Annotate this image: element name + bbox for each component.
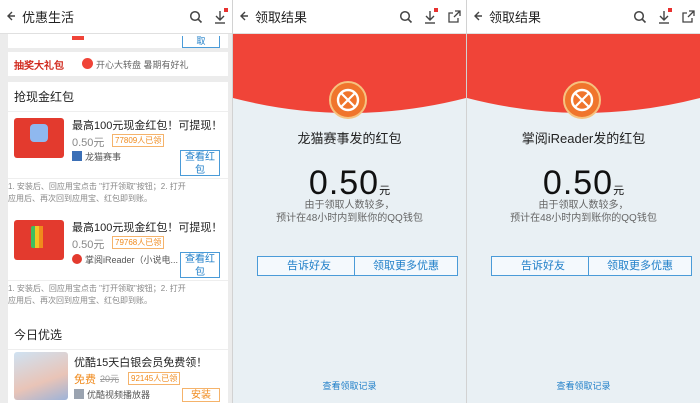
screen-youhui-shenghuo: 优惠生活 取 抽奖大礼包 开心大转盘 暑期有好礼 抢现金红包 最高100元现金红… bbox=[0, 0, 232, 403]
page-title: 领取结果 bbox=[489, 10, 542, 25]
item-title: 优酷15天白银会员免费领！ bbox=[74, 357, 208, 369]
promo-banner[interactable]: 抽奖大礼包 开心大转盘 暑期有好礼 bbox=[8, 52, 228, 76]
claim-button[interactable]: 取 bbox=[182, 36, 220, 48]
coin-icon bbox=[329, 81, 367, 119]
claim-more-button[interactable]: 领取更多优惠 bbox=[354, 256, 458, 276]
coin-icon bbox=[563, 81, 601, 119]
original-price: 20元 bbox=[100, 374, 120, 384]
search-icon[interactable] bbox=[628, 0, 652, 34]
search-icon[interactable] bbox=[394, 0, 418, 34]
view-records-link[interactable]: 查看领取记录 bbox=[467, 379, 700, 392]
screen-claim-result-ireader: 领取结果 掌阅iReader发的红包 0.50元 由于领取人数较多， 预计在48… bbox=[467, 0, 700, 403]
ireader-app-icon[interactable] bbox=[14, 220, 64, 260]
tell-friends-button[interactable]: 告诉好友 bbox=[491, 256, 595, 276]
claimed-count: 92145人已领 bbox=[128, 372, 181, 385]
promo-text: 开心大转盘 暑期有好礼 bbox=[96, 60, 189, 70]
page-title: 领取结果 bbox=[255, 10, 308, 25]
sender-label: 龙猫赛事发的红包 bbox=[297, 131, 402, 146]
claimed-count: 77809人已领 bbox=[112, 134, 165, 147]
claimed-count: 79768人已领 bbox=[112, 236, 165, 249]
download-icon[interactable] bbox=[418, 0, 442, 34]
app-icon-fragment bbox=[72, 36, 84, 40]
share-icon[interactable] bbox=[442, 0, 466, 34]
item-source: 掌阅iReader（小说电... bbox=[72, 253, 178, 266]
youku-promo-image[interactable] bbox=[14, 352, 68, 400]
top-bar: 优惠生活 bbox=[0, 0, 232, 34]
section-heading: 今日优选 bbox=[8, 320, 228, 350]
redpacket-amount: 0.50元 bbox=[308, 164, 391, 202]
promo-logo: 抽奖大礼包 bbox=[14, 61, 64, 72]
item-title: 最高100元现金红包！可提现！ bbox=[72, 120, 223, 132]
back-arrow-icon[interactable] bbox=[467, 10, 489, 24]
view-records-link[interactable]: 查看领取记录 bbox=[233, 379, 466, 392]
item-price: 0.50元 bbox=[72, 239, 105, 251]
amount-unit: 元 bbox=[379, 185, 391, 197]
sender-label: 掌阅iReader发的红包 bbox=[521, 131, 646, 146]
item-source: 优酷视频播放器 bbox=[74, 388, 150, 401]
view-redpacket-button[interactable]: 查看红包 bbox=[180, 150, 220, 176]
screen-claim-result-longmao: 领取结果 龙猫赛事发的红包 0.50元 由于领取人数较多， 预计在48小时内到账… bbox=[233, 0, 466, 403]
item-price: 0.50元 bbox=[72, 137, 105, 149]
source-icon bbox=[72, 254, 82, 264]
share-icon[interactable] bbox=[676, 0, 700, 34]
today-picks-section: 今日优选 优酷15天白银会员免费领！ 免费 20元 92145人已领 优酷视频播… bbox=[8, 320, 228, 403]
tell-friends-button[interactable]: 告诉好友 bbox=[257, 256, 361, 276]
claim-more-button[interactable]: 领取更多优惠 bbox=[588, 256, 692, 276]
download-icon[interactable] bbox=[652, 0, 676, 34]
source-icon bbox=[74, 389, 84, 399]
arrival-note: 由于领取人数较多， 预计在48小时内到账你的QQ钱包 bbox=[276, 200, 423, 224]
section-heading: 抢现金红包 bbox=[8, 82, 228, 112]
top-bar: 领取结果 bbox=[233, 0, 466, 34]
search-icon[interactable] bbox=[184, 0, 208, 34]
install-button[interactable]: 安装 bbox=[182, 388, 220, 402]
source-icon bbox=[72, 151, 82, 161]
notification-dot bbox=[434, 7, 438, 12]
top-bar: 领取结果 bbox=[467, 0, 700, 34]
previous-card-edge: 取 bbox=[8, 34, 228, 48]
item-instructions: 1. 安装后、回应用宝点击 "打开领取"按钮；2. 打开 应用后、再次回到应用宝… bbox=[8, 284, 186, 305]
item-source: 龙猫赛事 bbox=[72, 150, 121, 163]
amount-unit: 元 bbox=[613, 185, 625, 197]
item-instructions: 1. 安装后、回应用宝点击 "打开领取"按钮；2. 打开 应用后、再次回到应用宝… bbox=[8, 182, 186, 203]
notification-dot bbox=[668, 7, 672, 12]
notification-dot bbox=[224, 7, 228, 12]
download-icon[interactable] bbox=[208, 0, 232, 34]
back-arrow-icon[interactable] bbox=[0, 10, 22, 24]
item-title: 最高100元现金红包！可提现！ bbox=[72, 222, 223, 234]
view-redpacket-button[interactable]: 查看红包 bbox=[180, 252, 220, 278]
free-price: 免费 bbox=[74, 374, 96, 386]
page-title: 优惠生活 bbox=[22, 10, 75, 25]
wheel-icon bbox=[82, 58, 93, 69]
arrival-note: 由于领取人数较多， 预计在48小时内到账你的QQ钱包 bbox=[510, 200, 657, 224]
redpacket-amount: 0.50元 bbox=[542, 164, 625, 202]
back-arrow-icon[interactable] bbox=[233, 10, 255, 24]
longmao-app-icon[interactable] bbox=[14, 118, 64, 158]
